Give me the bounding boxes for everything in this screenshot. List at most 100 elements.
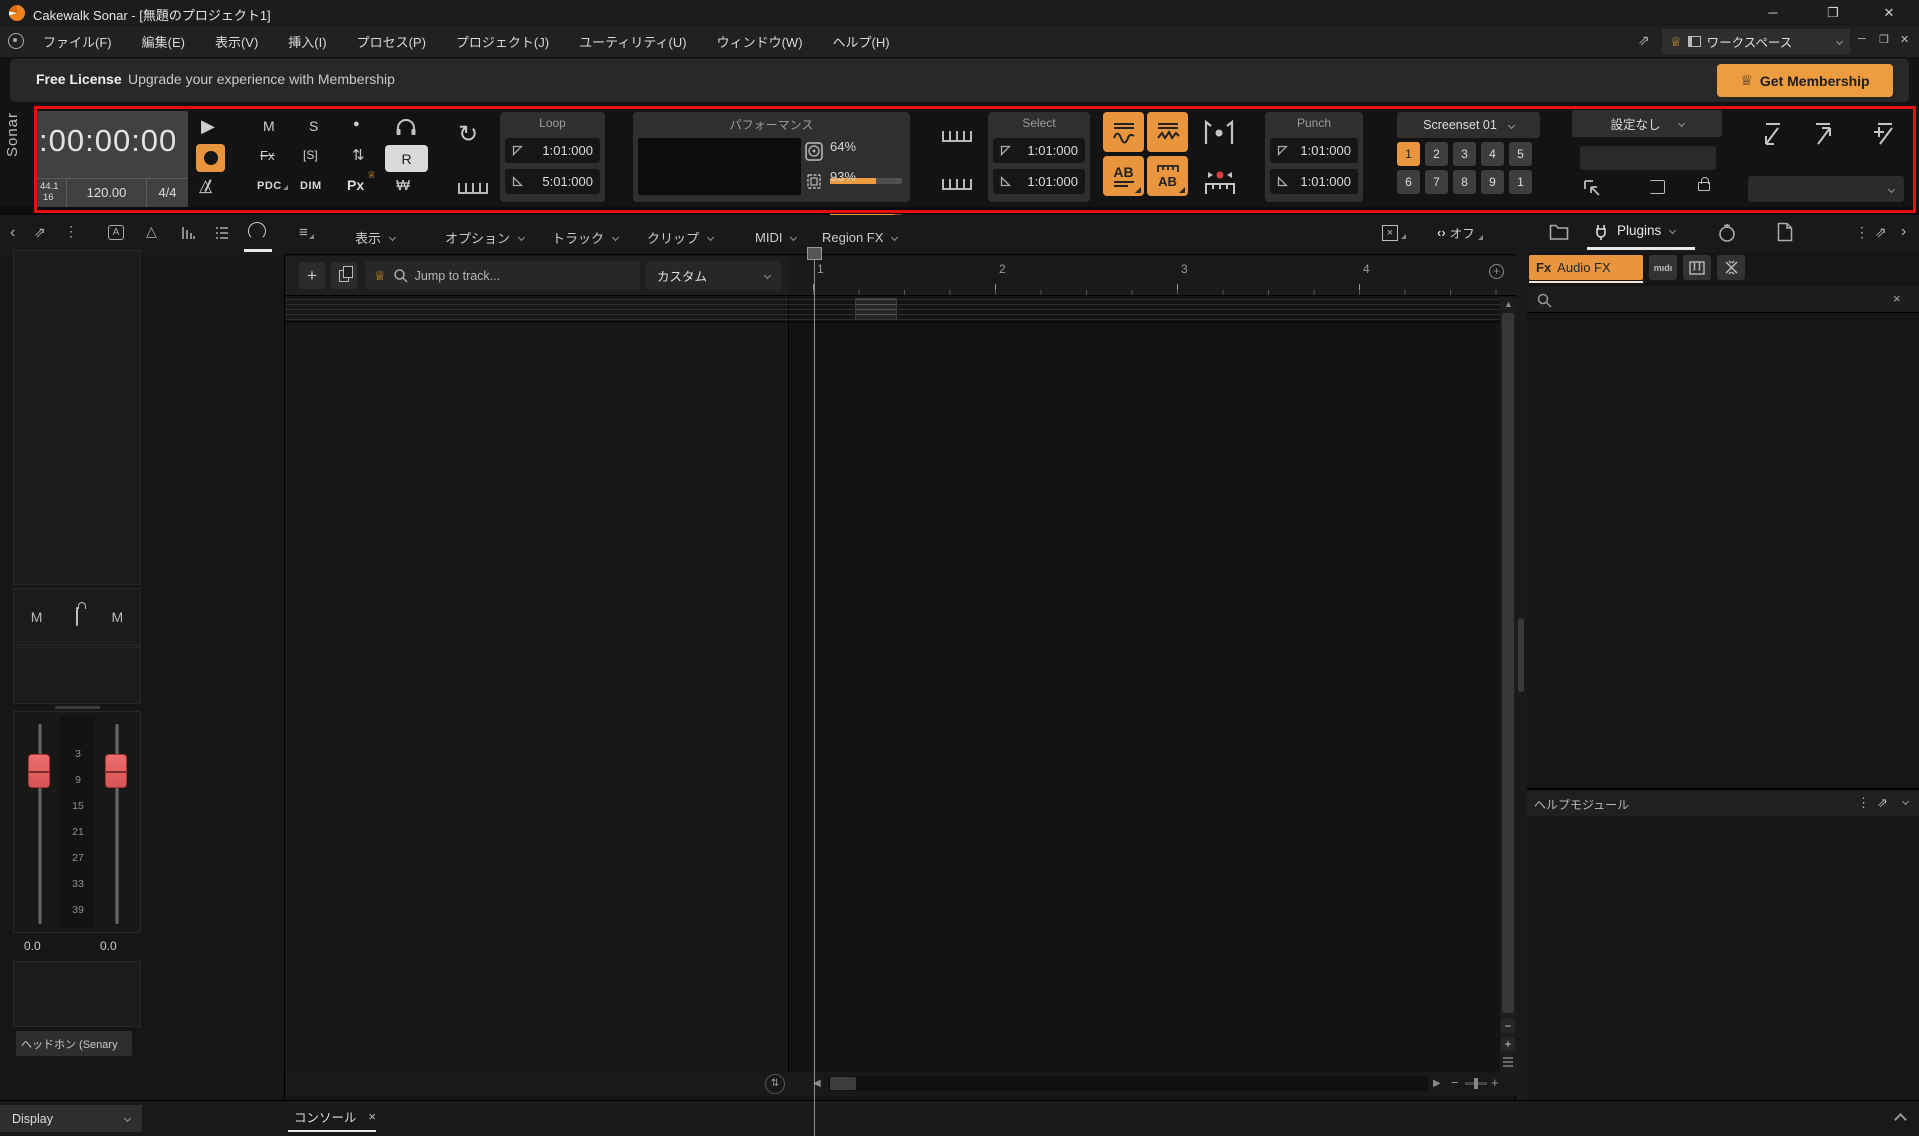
exclusive-solo-toggle[interactable]: [S]	[303, 148, 318, 162]
vertical-scrollbar[interactable]: ▲ − +	[1500, 297, 1516, 1072]
get-membership-button[interactable]: ♕ Get Membership	[1717, 64, 1893, 97]
select-ruler-from-icon[interactable]	[942, 126, 972, 142]
menu-edit[interactable]: 編集(E)	[127, 26, 200, 57]
playhead-line[interactable]	[814, 260, 815, 1136]
folder-icon[interactable]	[1549, 224, 1569, 241]
auto-punch-sine-button[interactable]	[1103, 112, 1144, 152]
menu-utility[interactable]: ユーティリティ(U)	[564, 26, 702, 57]
screenset-10-button[interactable]: 1	[1509, 170, 1532, 194]
sync-preset-dropdown[interactable]: 設定なし	[1572, 110, 1722, 137]
mute-button-2[interactable]: M	[112, 609, 124, 625]
snap-to-landmark-icon[interactable]	[1582, 178, 1602, 198]
float-panel-icon[interactable]: ⇗	[1877, 795, 1888, 811]
instruments-icon[interactable]	[1717, 222, 1737, 243]
misc-dropdown[interactable]	[1748, 176, 1904, 202]
rewire-tab[interactable]	[1717, 255, 1745, 280]
console-tab[interactable]: コンソール ×	[294, 1107, 376, 1126]
record-mode-button[interactable]: R	[385, 145, 428, 172]
tempo-track-block[interactable]	[855, 298, 897, 320]
samplerate-field[interactable]: 44.116	[37, 179, 67, 207]
screenset-2-button[interactable]: 2	[1425, 142, 1448, 166]
trackview-hamburger-icon[interactable]: ≡	[299, 224, 316, 241]
pdc-toggle[interactable]: PDC	[257, 180, 290, 192]
select-ruler-to-icon[interactable]	[942, 174, 972, 190]
zoom-in-h-button[interactable]: +	[1491, 1075, 1499, 1090]
display-dropdown[interactable]: Display	[0, 1105, 142, 1132]
screenset-4-button[interactable]: 4	[1481, 142, 1504, 166]
next-marker-icon[interactable]	[1810, 120, 1836, 150]
panel-splitter[interactable]	[1516, 215, 1527, 1100]
float-view-icon[interactable]: ⇗	[1638, 32, 1650, 49]
screenset-9-button[interactable]: 9	[1481, 170, 1504, 194]
play-button[interactable]: ▶	[201, 116, 215, 137]
dim-solo-toggle[interactable]: DIM	[300, 180, 322, 192]
loop-ruler-icon[interactable]	[458, 178, 488, 194]
zoom-out-h-button[interactable]: −	[1451, 1075, 1459, 1090]
timeline-ruler[interactable]: 1 2 3 4 +	[789, 256, 1516, 296]
won-toggle[interactable]: ₩	[396, 177, 410, 194]
marker-flags-icon[interactable]	[1200, 116, 1238, 150]
auto-punch-jagged-button[interactable]	[1147, 112, 1188, 152]
clip-outline-icon[interactable]	[1650, 180, 1665, 194]
browser-search-row[interactable]: ×	[1527, 287, 1919, 313]
menu-tracks[interactable]: トラック	[552, 222, 618, 252]
instruments-tab[interactable]	[1683, 255, 1711, 280]
menu-region-fx[interactable]: Region FX	[822, 222, 897, 252]
screenset-1-button[interactable]: 1	[1397, 142, 1420, 166]
menu-help[interactable]: ヘルプ(H)	[818, 26, 905, 57]
hzoom-slider[interactable]	[1465, 1082, 1487, 1085]
zoom-in-v-button[interactable]: +	[1501, 1037, 1515, 1051]
screenset-dropdown[interactable]: Screenset 01	[1397, 112, 1540, 138]
select-start-field[interactable]: 1:01:000	[993, 138, 1085, 163]
volume-fader-handle[interactable]	[28, 754, 50, 788]
mdi-restore-button[interactable]: ❐	[1879, 33, 1889, 46]
restore-button[interactable]: ❐	[1818, 5, 1848, 21]
menu-process[interactable]: プロセス(P)	[342, 26, 441, 57]
scroll-right-arrow[interactable]: ▶	[1433, 1078, 1441, 1089]
snap-grid-icon[interactable]: ×	[1382, 223, 1408, 241]
track-name-icon[interactable]: A	[108, 225, 124, 240]
collapse-left-icon[interactable]: ‹	[10, 224, 15, 242]
notes-list-icon[interactable]	[214, 225, 230, 241]
menu-display[interactable]: 表示	[355, 222, 395, 252]
minimize-button[interactable]: ─	[1758, 5, 1788, 20]
mdi-close-button[interactable]: ✕	[1900, 33, 1909, 46]
menu-file[interactable]: ファイル(F)	[28, 26, 127, 57]
hscroll-thumb[interactable]	[830, 1077, 856, 1090]
loop-end-field[interactable]: 5:01:000	[505, 169, 600, 194]
menu-view[interactable]: 表示(V)	[200, 26, 273, 57]
chevron-down-icon[interactable]	[1902, 798, 1909, 805]
sync-arrows-icon[interactable]: ⇅	[352, 146, 365, 164]
lock-icon[interactable]	[1698, 182, 1710, 191]
tempo-field[interactable]: 120.00	[67, 179, 147, 207]
jump-to-track-search[interactable]: ♕ Jump to track...	[365, 261, 640, 290]
output-field[interactable]: ヘッドホン (Senary	[16, 1031, 132, 1056]
splitter-handle[interactable]	[55, 706, 100, 709]
float-panel-icon[interactable]: ⇗	[1875, 224, 1887, 241]
px-toggle[interactable]: Px	[347, 177, 364, 193]
meter-display-icon[interactable]	[180, 225, 196, 241]
metronome-icon[interactable]: △	[199, 176, 212, 196]
knob-panel-icon[interactable]	[248, 222, 266, 240]
audio-fx-tab[interactable]: Fx Audio FX	[1529, 255, 1643, 280]
scroll-up-arrow[interactable]: ▲	[1504, 299, 1513, 309]
browser-tab-plugins[interactable]: Plugins	[1617, 223, 1675, 238]
add-track-button[interactable]: +	[299, 262, 325, 289]
screenset-5-button[interactable]: 5	[1509, 142, 1532, 166]
menu-window[interactable]: ウィンドウ(W)	[702, 26, 818, 57]
playhead-handle[interactable]	[807, 247, 822, 260]
headphones-icon[interactable]	[394, 116, 418, 138]
solo-toggle[interactable]: S	[309, 118, 318, 134]
scroll-thumb[interactable]	[1502, 313, 1514, 1013]
file-icon[interactable]	[1777, 222, 1793, 242]
clear-search-icon[interactable]: ×	[1893, 291, 1901, 306]
kebab-menu-icon[interactable]: ⋮	[64, 223, 78, 240]
punch-out-field[interactable]: 1:01:000	[1270, 169, 1358, 194]
screenset-6-button[interactable]: 6	[1397, 170, 1420, 194]
lock-icon[interactable]	[76, 608, 78, 626]
close-button[interactable]: ✕	[1874, 5, 1904, 21]
workspace-dropdown[interactable]: ♕ ワークスペース	[1662, 29, 1850, 54]
menu-clips[interactable]: クリップ	[647, 222, 713, 252]
kebab-menu-icon[interactable]: ⋮	[1857, 795, 1870, 811]
screenset-3-button[interactable]: 3	[1453, 142, 1476, 166]
